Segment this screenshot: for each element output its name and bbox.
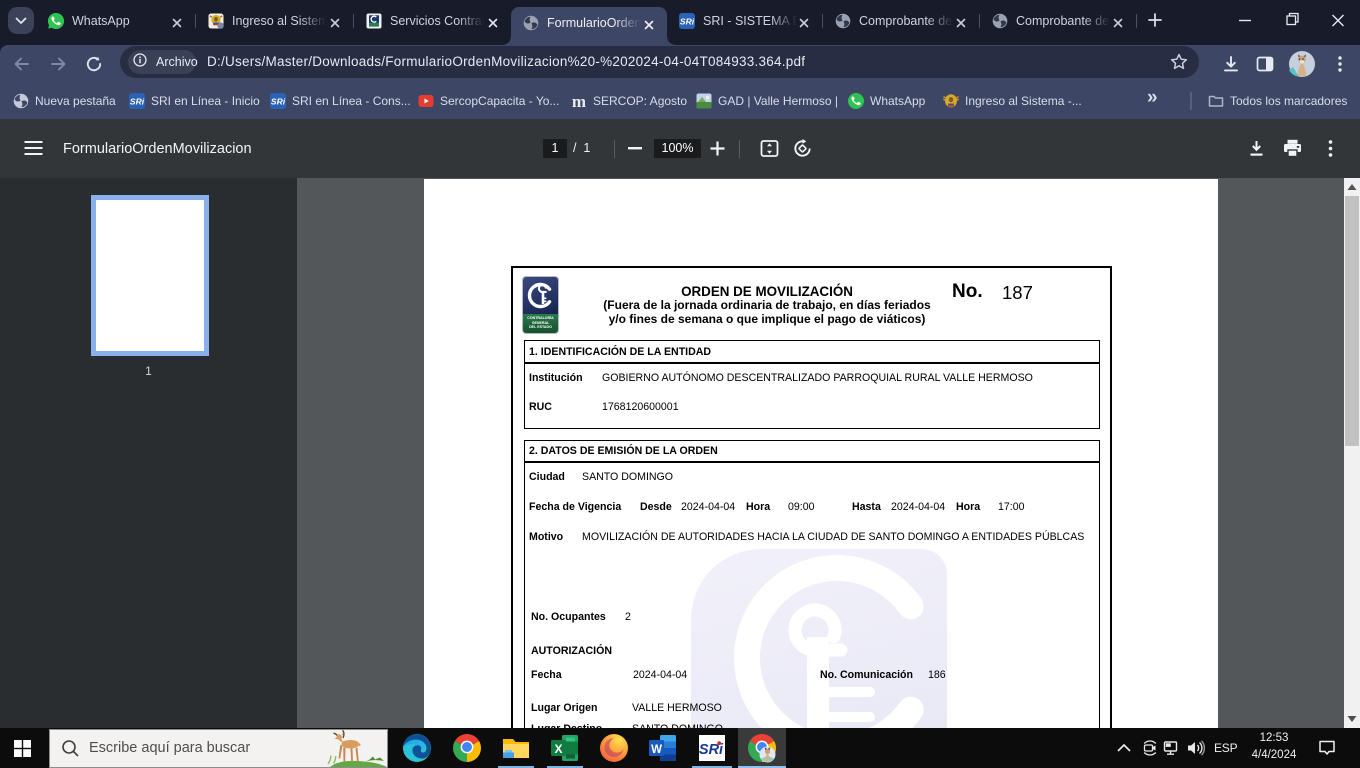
svg-text:X: X <box>554 742 562 756</box>
svg-text:m: m <box>572 93 586 109</box>
svg-text:SRi: SRi <box>680 17 695 27</box>
svg-text:W: W <box>651 744 662 756</box>
svg-text:SRi: SRi <box>271 97 286 107</box>
svg-text:SRi: SRi <box>130 97 145 107</box>
